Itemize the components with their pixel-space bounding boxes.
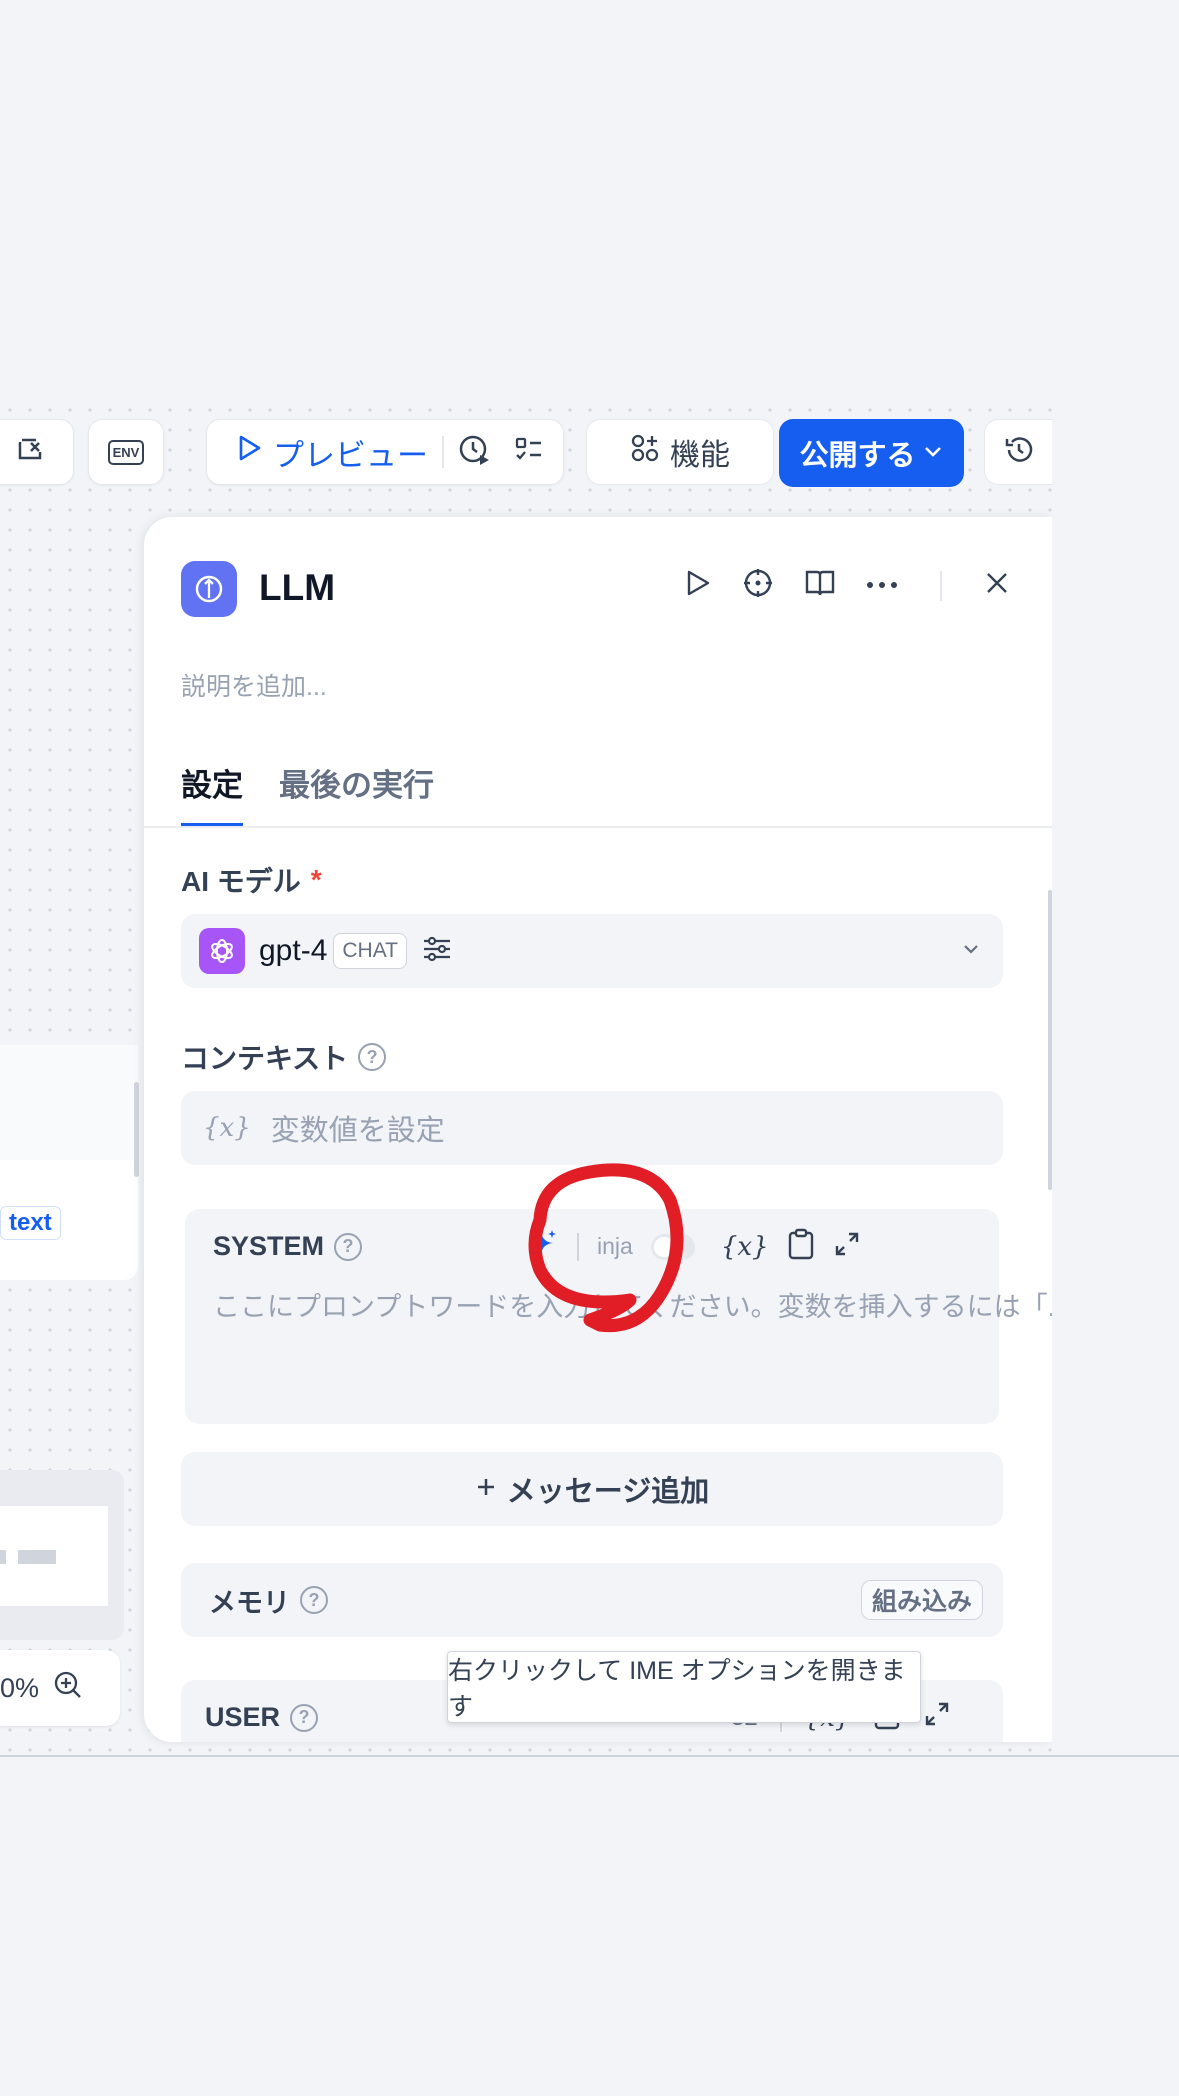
zoom-value[interactable]: 0% [0,1673,39,1704]
help-icon[interactable]: ? [358,1043,387,1071]
expand-icon[interactable] [833,1230,861,1263]
checklist-icon[interactable] [514,435,544,470]
help-icon[interactable]: ? [290,1703,319,1732]
chevron-down-icon [961,939,981,964]
jinja-toggle[interactable] [650,1233,695,1260]
user-prompt-header: USER ? [205,1702,319,1733]
tab-divider [144,826,1052,828]
placeholder-bar [0,1550,6,1564]
features-icon [630,433,660,471]
system-label: SYSTEM [213,1231,325,1261]
system-prompt-editor[interactable]: SYSTEM ? inja {x} ここにプロンプトワードを入力してください。変… [185,1209,1052,1424]
workflow-node-partial-2[interactable] [0,1470,124,1640]
preview-label: プレビュー [273,437,428,473]
llm-node-icon [181,561,237,617]
model-label: AI モデル * [181,860,322,900]
clipboard-icon[interactable] [787,1228,815,1265]
variable-icon [14,434,46,471]
workflow-app: ENV プレビュー 機能 公開する text 0% LLM 説明を追加... 設… [0,0,1052,1755]
ime-tooltip: 右クリックして IME オプションを開きます [447,1651,921,1723]
system-prompt-placeholder: ここにプロンプトワードを入力してください。変数を挿入するには「... [213,1292,1052,1322]
node-settings-panel: LLM 説明を追加... 設定 最後の実行 AI モデル * gpt-4 CHA… [144,517,1052,1742]
model-selector[interactable]: gpt-4 CHAT [181,914,1003,988]
context-label-text: コンテキスト [181,1043,349,1074]
model-name: gpt-4 [259,934,328,967]
placeholder-bar [18,1550,56,1564]
run-node-icon[interactable] [684,568,712,603]
zoom-control: 0% [0,1650,120,1726]
insert-variable-icon[interactable]: {x} [721,1232,769,1262]
model-params-icon[interactable] [421,933,453,970]
memory-label: メモリ ? [209,1581,328,1620]
model-label-text: AI モデル [181,866,301,897]
help-icon[interactable]: ? [334,1232,363,1261]
mode-badge: CHAT [333,933,407,969]
jinja-label: inja [597,1233,633,1259]
docs-book-icon[interactable] [804,568,836,603]
panel-scrollbar[interactable] [1048,890,1052,1190]
history-icon [1003,434,1035,471]
tab-last-run[interactable]: 最後の実行 [279,760,434,827]
prompt-generator-icon[interactable] [525,1227,559,1266]
run-history-icon[interactable] [458,433,492,472]
divider [577,1232,579,1261]
divider [940,570,942,601]
panel-title[interactable]: LLM [259,567,335,609]
version-history-button[interactable] [984,419,1052,485]
description-input[interactable]: 説明を追加... [181,667,327,703]
features-label: 機能 [670,439,730,472]
variable-icon: {x} [203,1113,251,1143]
system-prompt-tools: inja {x} [525,1227,861,1266]
memory-label-text: メモリ [209,1587,290,1618]
close-icon[interactable] [984,570,1010,601]
chevron-down-icon [922,437,944,470]
env-button[interactable]: ENV [88,419,164,485]
add-message-button[interactable]: メッセージ追加 [181,1452,1003,1526]
publish-button[interactable]: 公開する [779,419,964,487]
openai-logo-icon [199,928,245,974]
publish-label: 公開する [799,440,916,472]
node-body [0,1045,138,1160]
required-mark: * [310,864,322,895]
features-button[interactable]: 機能 [586,419,774,485]
divider [442,436,444,468]
context-variable-input[interactable]: {x} 変数値を設定 [181,1091,1003,1165]
locate-icon[interactable] [742,567,774,604]
tab-settings[interactable]: 設定 [181,760,243,827]
run-toolbar-group: プレビュー [206,419,564,485]
context-placeholder: 変数値を設定 [270,1115,445,1147]
add-message-label: メッセージ追加 [506,1476,710,1508]
user-label: USER [205,1702,281,1732]
panel-tabs: 設定 最後の実行 [181,760,434,827]
expand-icon[interactable] [923,1700,951,1735]
workflow-node-partial[interactable] [0,1045,138,1280]
help-icon[interactable]: ? [300,1586,328,1614]
zoom-in-icon[interactable] [53,1670,83,1707]
preview-button[interactable]: プレビュー [207,420,428,484]
variable-inspect-button[interactable] [0,419,74,485]
desktop-background [0,1755,1179,2096]
env-icon: ENV [107,439,145,465]
variable-tag: text [0,1206,61,1240]
plus-icon [475,1473,497,1506]
memory-section: メモリ ? 組み込み [181,1563,1003,1637]
play-icon [237,434,263,470]
panel-actions [684,567,1010,604]
context-label: コンテキスト ? [181,1037,387,1077]
node-scrollbar[interactable] [134,1082,139,1177]
more-icon[interactable] [866,577,898,595]
builtin-badge[interactable]: 組み込み [860,1580,983,1620]
system-prompt-header: SYSTEM ? [213,1231,363,1262]
